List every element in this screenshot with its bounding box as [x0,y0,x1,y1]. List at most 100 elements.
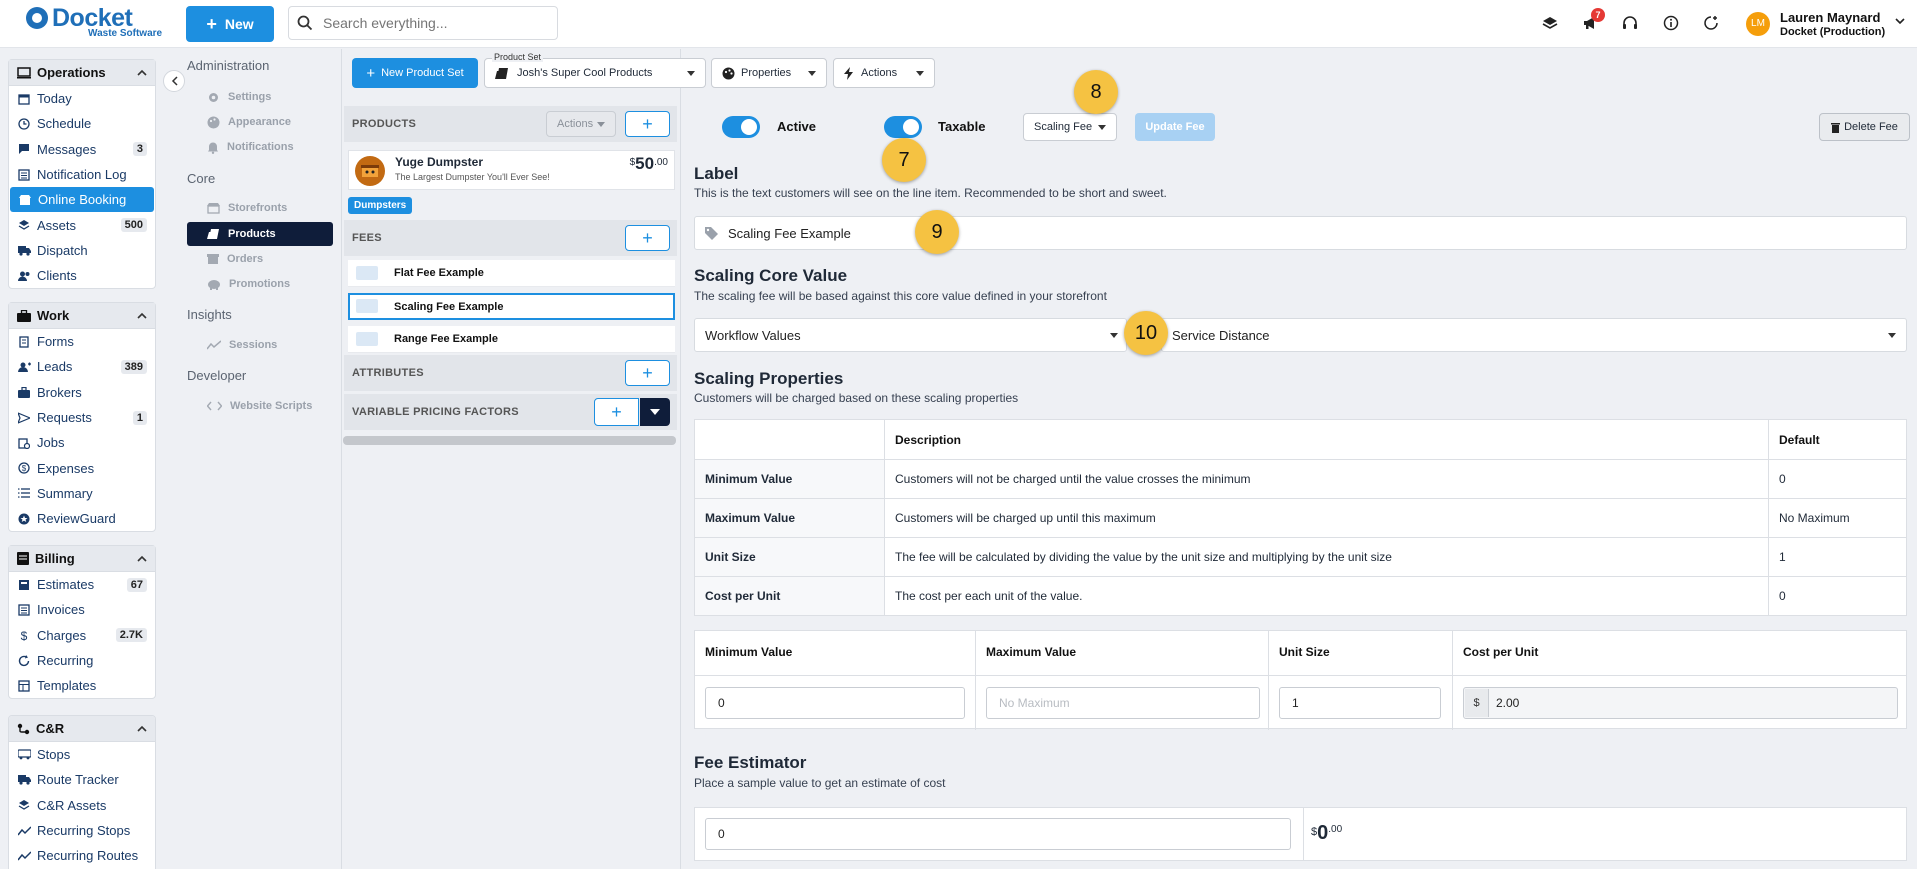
nav-item-label: Expenses [37,460,95,476]
nav-item-dispatch[interactable]: Dispatch [9,238,155,263]
fee-estimator-panel: 0 [694,807,1907,861]
nav-item-jobs[interactable]: Jobs [9,430,155,455]
avatar[interactable]: LM [1746,12,1770,36]
nav-group-header[interactable]: Work [9,303,155,329]
tag-icon [705,226,718,240]
category-tag[interactable]: Dumpsters [348,197,413,214]
global-search[interactable] [288,6,558,40]
fee-item-range[interactable]: Range Fee Example [348,326,675,353]
nav-group-header[interactable]: Billing [9,546,155,572]
nav-group-header[interactable]: C&R [9,716,155,742]
cost-per-unit-input[interactable]: $ 2.00 [1463,687,1898,719]
whats-new-icon[interactable] [1701,13,1721,33]
active-toggle[interactable] [722,116,760,138]
chevron-down-icon[interactable] [1895,18,1905,25]
max-value-input[interactable]: No Maximum [986,687,1260,719]
headset-icon[interactable] [1620,13,1640,33]
nav-item-recurring-routes[interactable]: Recurring Routes [9,843,155,868]
horizontal-scrollbar[interactable] [343,436,676,445]
nav-item-templates[interactable]: Templates [9,673,155,698]
nav-item-expenses[interactable]: $ Expenses [9,455,155,480]
taxable-toggle[interactable] [884,116,922,138]
add-pricing-factor-button[interactable]: + [594,398,639,426]
pricing-factor-dropdown[interactable] [640,398,670,426]
estimate-whole: 0 [1317,822,1329,844]
nav-item-leads[interactable]: Leads 389 [9,354,155,379]
scaling-properties-description: Customers will be charged based on these… [694,391,1019,405]
add-attribute-button[interactable]: + [625,360,670,386]
nav-item-summary[interactable]: Summary [9,481,155,506]
taxable-label: Taxable [938,119,986,134]
properties-dropdown[interactable]: Properties [711,58,827,88]
nav-item-clients[interactable]: Clients [9,263,155,288]
subnav-item-products[interactable]: Products [187,222,333,246]
scaling-inputs-table: Minimum Value 0 Maximum Value No Maximum… [694,630,1907,730]
delete-fee-button[interactable]: Delete Fee [1819,113,1910,141]
nav-item-charges[interactable]: $ Charges 2.7K [9,623,155,648]
info-icon[interactable] [1661,13,1681,33]
docket-logo[interactable]: Docket Waste Software [26,4,162,42]
fee-label: Flat Fee Example [394,267,484,279]
nav-item-cr-assets[interactable]: C&R Assets [9,793,155,818]
fee-label-input[interactable]: Scaling Fee Example [694,216,1907,250]
nav-item-online-booking[interactable]: Online Booking [10,187,154,213]
collapse-sidebar-button[interactable] [163,70,185,92]
nav-item-reviewguard[interactable]: ReviewGuard [9,506,155,531]
table-cell: Cost per Unit [694,576,885,616]
nav-count: 2.7K [115,628,147,643]
min-value-input[interactable]: 0 [705,687,965,719]
user-name[interactable]: Lauren Maynard [1780,10,1880,25]
unit-size-input[interactable]: 1 [1279,687,1441,719]
table-row: Maximum Value Customers will be charged u… [694,498,1907,538]
nav-item-stops[interactable]: Stops [9,742,155,767]
nav-item-recurring-stops[interactable]: Recurring Stops [9,818,155,843]
fee-item-scaling[interactable]: Scaling Fee Example [348,293,675,320]
nav-group-header[interactable]: Operations [9,60,155,86]
core-value-select[interactable]: Service Distance [1161,318,1907,352]
subnav-item-sessions[interactable]: Sessions [187,333,333,357]
subnav-item-label: Promotions [229,278,291,290]
nav-item-notification-log[interactable]: Notification Log [9,162,155,187]
nav-item-today[interactable]: Today [9,86,155,111]
core-value-group-select[interactable]: Workflow Values [694,318,1127,352]
actions-dropdown[interactable]: Actions [833,58,935,88]
trash-icon [1831,122,1841,133]
subnav-item-settings[interactable]: Settings [187,85,333,109]
nav-item-route-tracker[interactable]: Route Tracker [9,767,155,792]
estimator-input[interactable]: 0 [705,818,1291,850]
users-icon [17,269,31,283]
subnav-item-appearance[interactable]: Appearance [187,110,333,134]
fee-item-flat[interactable]: Flat Fee Example [348,260,675,287]
products-actions-dropdown[interactable]: Actions [546,111,616,137]
new-product-set-button[interactable]: + New Product Set [352,58,478,88]
nav-item-invoices[interactable]: Invoices [9,597,155,622]
nav-item-assets[interactable]: Assets 500 [9,212,155,237]
nav-item-schedule[interactable]: Schedule [9,111,155,136]
subnav-item-notifications[interactable]: Notifications [187,135,333,159]
table-row: Cost per Unit The cost per each unit of t… [694,576,1907,616]
add-fee-button[interactable]: + [625,225,670,251]
update-fee-button[interactable]: Update Fee [1135,113,1215,141]
caret-down-icon [808,70,816,76]
nav-item-messages[interactable]: Messages 3 [9,137,155,162]
dollar-icon: $ [17,628,31,642]
search-input[interactable] [323,15,543,31]
fee-type-select[interactable]: Scaling Fee [1023,113,1117,141]
nav-item-recurring[interactable]: Recurring [9,648,155,673]
subnav-item-storefronts[interactable]: Storefronts [187,196,333,220]
subnav-item-promotions[interactable]: Promotions [187,272,333,296]
subnav-item-website-scripts[interactable]: Website Scripts [187,394,333,418]
nav-item-estimates[interactable]: Estimates 67 [9,572,155,597]
truck-icon [17,243,31,257]
product-set-select[interactable]: Josh's Super Cool Products [484,58,706,88]
nav-item-label: Recurring Routes [37,848,139,864]
layers-icon[interactable] [1540,13,1560,33]
new-button[interactable]: + New [186,6,274,42]
nav-item-brokers[interactable]: Brokers [9,380,155,405]
add-product-button[interactable]: + [625,111,670,137]
nav-item-forms[interactable]: Forms [9,329,155,354]
estimate-currency: $ [1311,826,1318,838]
subnav-item-orders[interactable]: Orders [187,247,333,271]
nav-item-requests[interactable]: Requests 1 [9,405,155,430]
product-card[interactable]: Yuge Dumpster The Largest Dumpster You'l… [348,150,675,190]
